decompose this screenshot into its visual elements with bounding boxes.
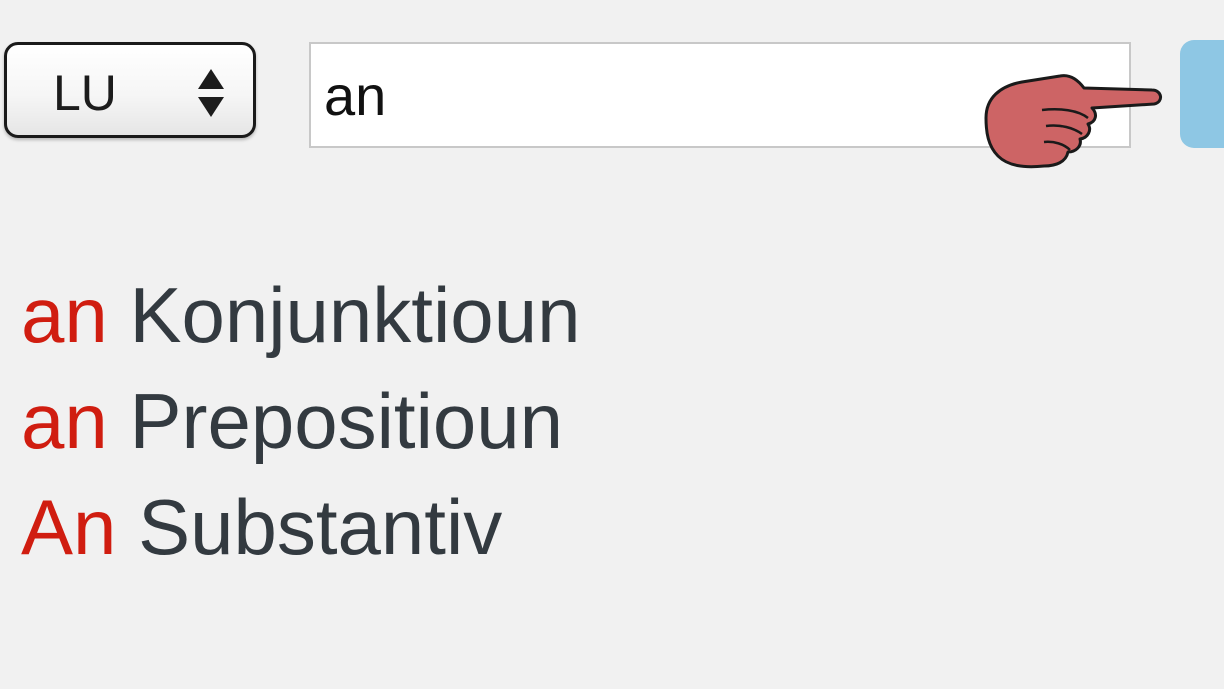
search-input[interactable] — [311, 44, 1129, 146]
result-part-of-speech: Prepositioun — [129, 377, 564, 465]
results-list: an Konjunktioun an Prepositioun An Subst… — [21, 262, 580, 580]
language-select[interactable]: LU — [4, 42, 256, 138]
result-term: an — [21, 271, 108, 359]
result-item[interactable]: an Konjunktioun — [21, 262, 580, 368]
result-term: An — [21, 483, 117, 571]
result-part-of-speech: Konjunktioun — [129, 271, 581, 359]
result-item[interactable]: An Substantiv — [21, 474, 580, 580]
result-term: an — [21, 377, 108, 465]
result-item[interactable]: an Prepositioun — [21, 368, 580, 474]
search-button[interactable] — [1180, 40, 1224, 148]
language-select-value: LU — [53, 65, 117, 121]
result-part-of-speech: Substantiv — [138, 483, 503, 571]
search-field[interactable] — [309, 42, 1131, 148]
up-down-arrows-icon — [198, 69, 224, 117]
